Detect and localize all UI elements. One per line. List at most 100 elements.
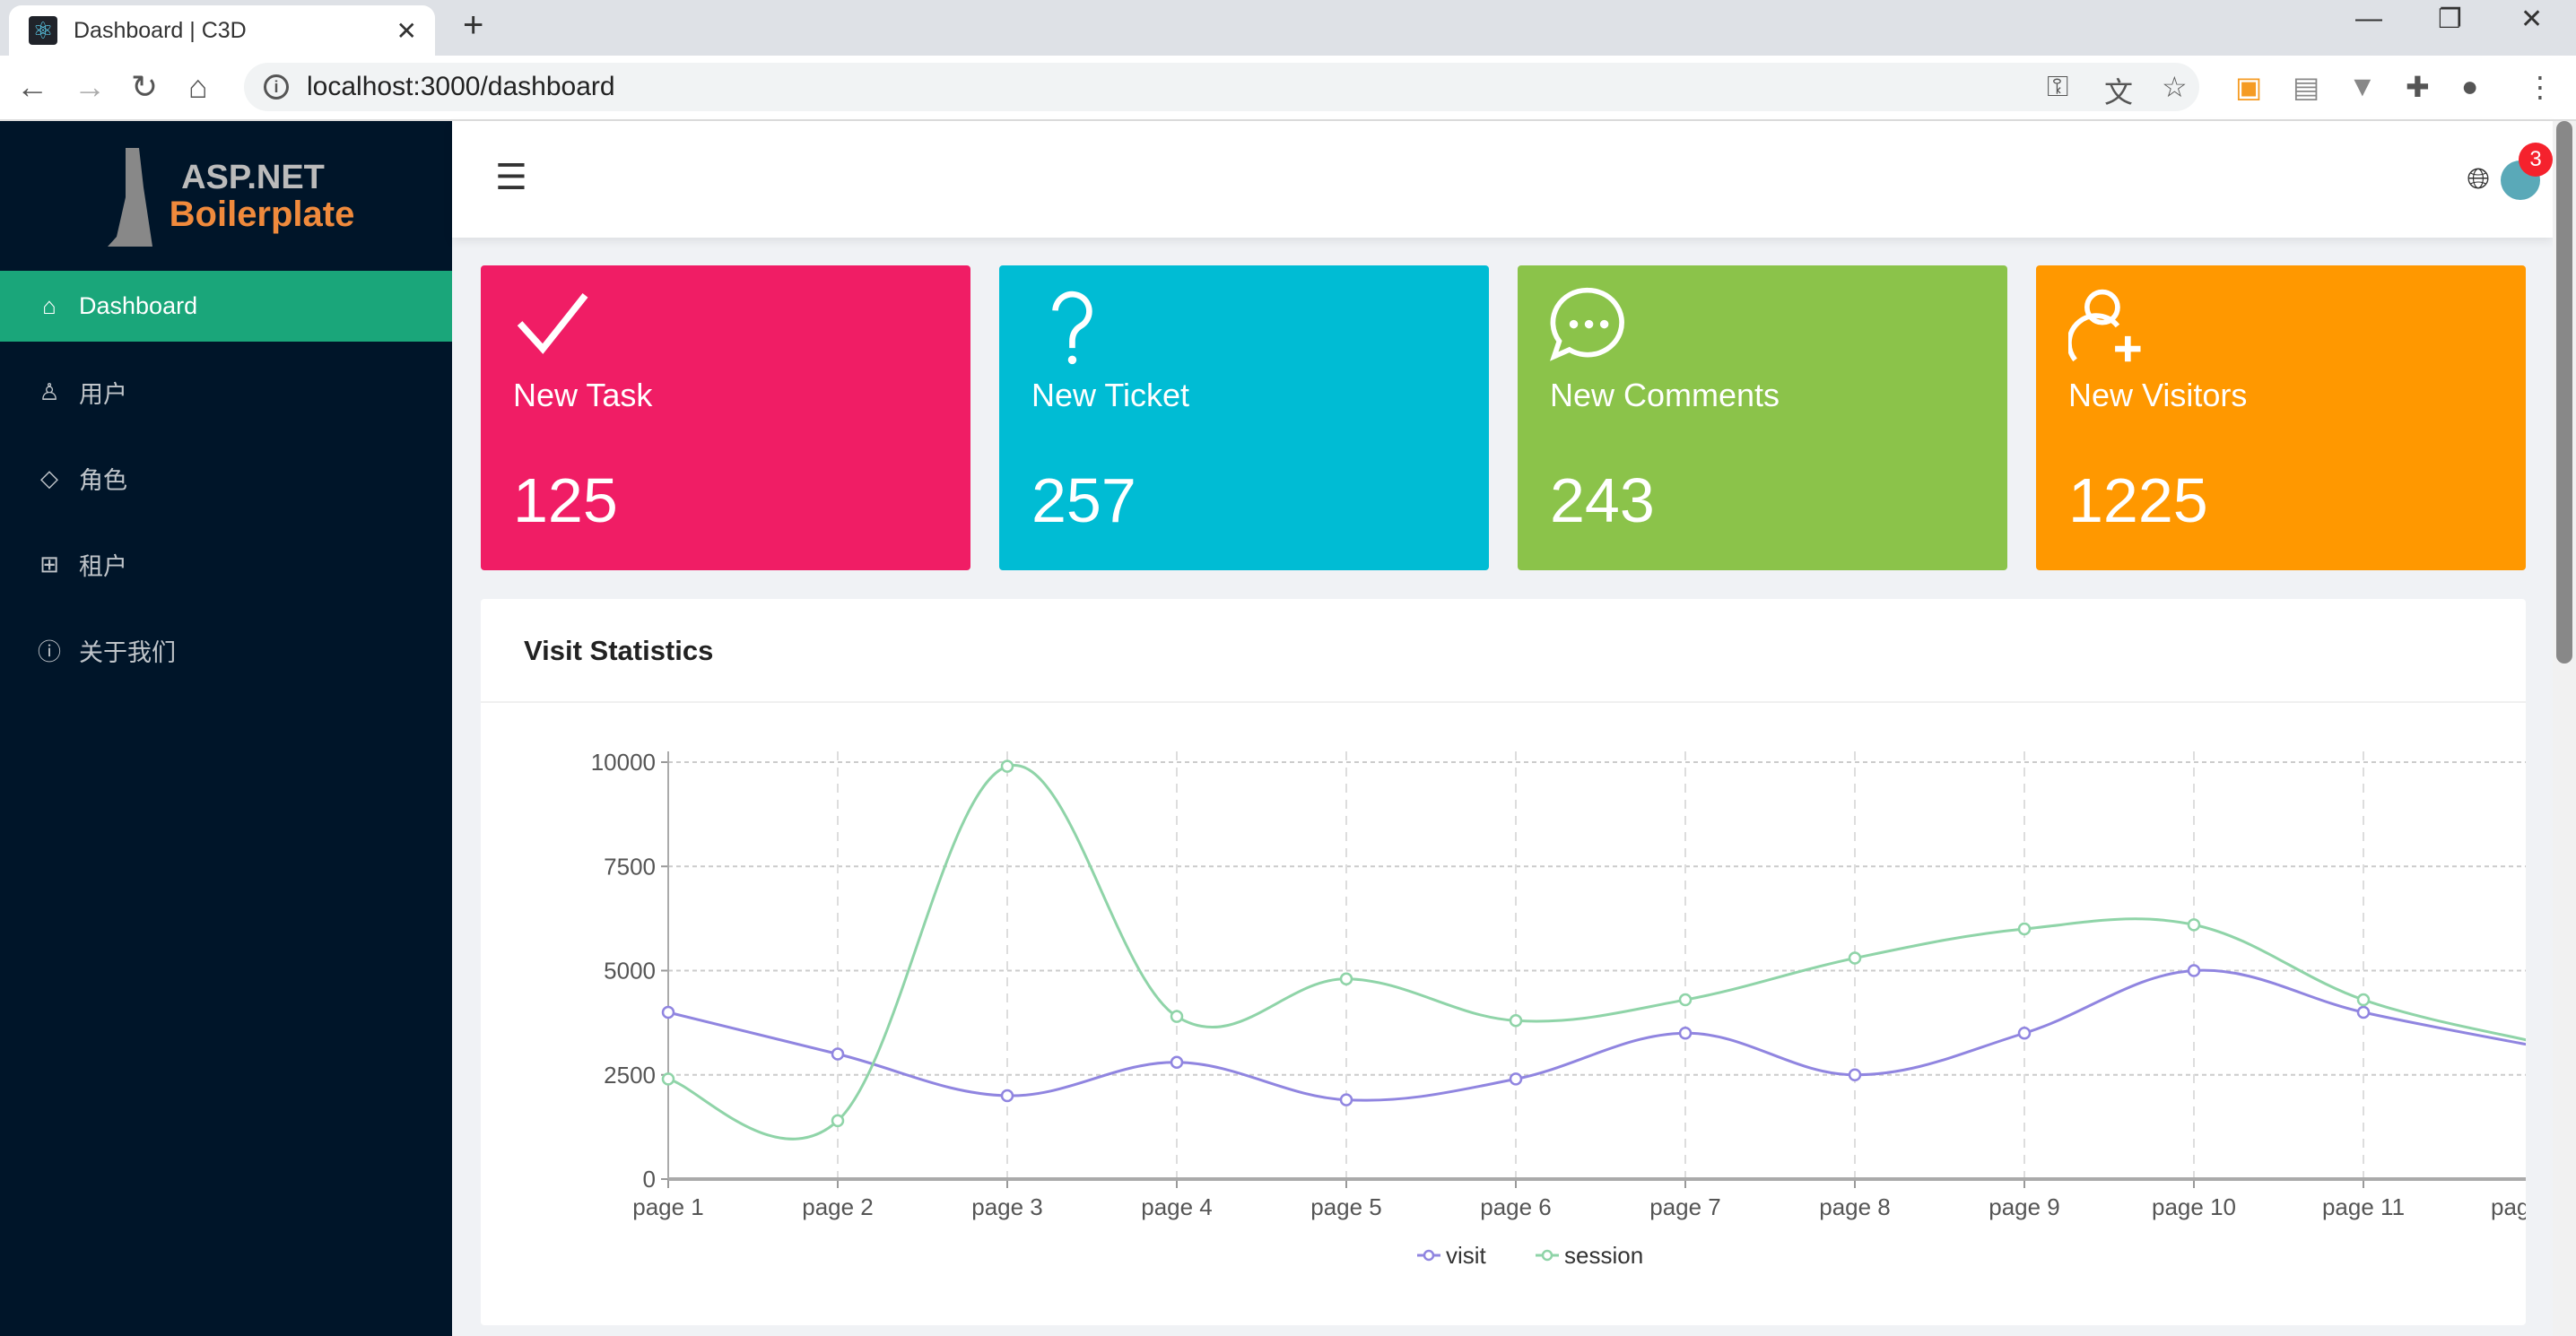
profile-icon[interactable]: ● [2461, 70, 2478, 103]
data-point-visit[interactable] [831, 1047, 845, 1061]
restore-icon[interactable]: ❐ [2438, 4, 2462, 35]
line-chart: 0 2500 5000 7500 10000 page 1 page 2 page 3 page… [591, 749, 2526, 1269]
sidebar-item-roles[interactable]: ◇ 角色 [0, 443, 452, 514]
reload-icon[interactable]: ↻ [131, 68, 158, 106]
x-tick-label: page 2 [802, 1193, 874, 1220]
close-tab-icon[interactable]: ✕ [396, 16, 417, 46]
browser-tab[interactable]: ⚛ Dashboard | C3D ✕ [9, 5, 435, 56]
user-icon: ♙ [39, 378, 60, 405]
sidebar-item-label: 角色 [79, 467, 127, 494]
card-title: New Task [513, 377, 653, 413]
react-icon: ⚛ [29, 16, 57, 45]
stat-card[interactable]: New Visitors 1225 [2036, 265, 2526, 570]
data-point-session[interactable] [1339, 972, 1353, 986]
data-point-session[interactable] [1848, 951, 1862, 965]
data-point-session[interactable] [661, 1072, 675, 1086]
star-icon[interactable]: ☆ [2162, 70, 2188, 104]
y-tick-label: 7500 [604, 853, 656, 880]
new-tab-icon[interactable]: + [463, 5, 483, 46]
y-tick-label: 5000 [604, 958, 656, 985]
sidebar-item-tenants[interactable]: ⊞ 租户 [0, 529, 452, 600]
browser-tab-bar: ⚛ Dashboard | C3D ✕ + — ❐ ✕ [0, 0, 2576, 56]
legend-marker[interactable] [1423, 1249, 1435, 1262]
more-icon[interactable]: ⋮ [2526, 70, 2554, 104]
logo-text-1: ASP.NET [181, 158, 325, 196]
x-tick-label: page 4 [1141, 1193, 1213, 1220]
message-icon [1550, 287, 1624, 361]
globe-icon[interactable]: 🌐︎ [2467, 162, 2490, 196]
puzzle-icon[interactable]: ✚ [2406, 70, 2430, 104]
data-point-session[interactable] [1509, 1014, 1523, 1028]
x-tick-label: page 10 [2152, 1193, 2236, 1220]
scrollbar[interactable] [2553, 121, 2576, 1336]
data-point-session[interactable] [2356, 993, 2371, 1007]
sidebar-item-about[interactable]: ⓘ 关于我们 [0, 615, 452, 686]
y-tick-label: 0 [643, 1166, 656, 1193]
extension-icon[interactable]: ▣ [2235, 70, 2262, 104]
home-icon[interactable]: ⌂ [188, 68, 208, 106]
stat-card[interactable]: New Ticket 257 [999, 265, 1489, 570]
data-point-session[interactable] [1000, 759, 1014, 773]
x-tick-label: page 5 [1310, 1193, 1382, 1220]
data-point-visit[interactable] [1848, 1068, 1862, 1081]
card-value: 125 [513, 465, 618, 535]
legend-label[interactable]: visit [1446, 1242, 1487, 1269]
data-point-session[interactable] [2187, 918, 2201, 932]
data-point-visit[interactable] [1170, 1055, 1184, 1070]
legend-marker[interactable] [1541, 1249, 1553, 1262]
sidebar-item-dashboard[interactable]: ⌂ Dashboard [0, 271, 452, 342]
series-line-visit [667, 968, 2526, 1102]
x-tick-label: page 12 [2491, 1193, 2526, 1220]
back-icon[interactable]: ← [16, 68, 48, 106]
key-icon[interactable]: ⚿ [2047, 70, 2068, 104]
x-tick-label: page 3 [971, 1193, 1043, 1220]
x-tick-label: page 8 [1819, 1193, 1891, 1220]
address-bar: ← → ↻ ⌂ i localhost:3000/dashboard ⚿ 文 ☆… [0, 56, 2576, 121]
menu-fold-icon[interactable]: ☰ [495, 157, 527, 198]
user-add-icon [2068, 289, 2141, 362]
data-point-session[interactable] [1170, 1010, 1184, 1023]
question-icon [1052, 291, 1092, 365]
close-window-icon[interactable]: ✕ [2520, 4, 2543, 35]
data-point-visit[interactable] [2356, 1005, 2371, 1019]
card-value: 1225 [2068, 465, 2208, 535]
pdf-extension-icon[interactable]: ▤ [2293, 70, 2319, 104]
url-input[interactable]: i localhost:3000/dashboard [244, 63, 2199, 111]
y-tick-label: 2500 [604, 1062, 656, 1089]
card-title: New Visitors [2068, 377, 2248, 413]
check-icon [517, 293, 588, 354]
data-point-visit[interactable] [1509, 1072, 1523, 1086]
forward-icon[interactable]: → [74, 68, 106, 106]
data-point-visit[interactable] [1339, 1093, 1353, 1106]
sidebar-item-label: 关于我们 [79, 639, 176, 666]
data-point-visit[interactable] [2017, 1027, 2032, 1040]
info-icon[interactable]: i [264, 74, 289, 100]
logo-figure [108, 148, 152, 247]
data-point-session[interactable] [831, 1114, 845, 1128]
scrollbar-thumb[interactable] [2556, 121, 2572, 664]
home-icon: ⌂ [42, 292, 57, 319]
minimize-icon[interactable]: — [2355, 4, 2382, 34]
data-point-visit[interactable] [1678, 1027, 1693, 1040]
data-point-visit[interactable] [661, 1005, 675, 1019]
tag-icon: ◇ [40, 464, 58, 491]
stat-card[interactable]: New Comments 243 [1518, 265, 2007, 570]
x-tick-label: page 1 [632, 1193, 704, 1220]
data-point-session[interactable] [2017, 922, 2032, 936]
series-line-session [667, 764, 2526, 1141]
card-title: New Comments [1550, 377, 1780, 413]
x-tick-label: page 9 [1989, 1193, 2060, 1220]
x-tick-label: page 7 [1649, 1193, 1721, 1220]
logo-text-2: Boilerplate [169, 194, 355, 234]
data-point-visit[interactable] [1000, 1089, 1014, 1103]
legend-label[interactable]: session [1564, 1242, 1643, 1269]
data-point-visit[interactable] [2187, 964, 2201, 977]
translate-icon[interactable]: 文 [2104, 70, 2133, 111]
x-tick-label: page 11 [2322, 1193, 2405, 1220]
vue-extension-icon[interactable]: ▼ [2348, 70, 2377, 103]
sidebar-item-users[interactable]: ♙ 用户 [0, 357, 452, 428]
sidebar: ASP.NET Boilerplate ⌂ Dashboard ♙ 用户 ◇ 角色 ⊞… [0, 121, 452, 1336]
stat-card[interactable]: New Task 125 [481, 265, 970, 570]
logo[interactable]: ASP.NET Boilerplate [0, 121, 452, 271]
data-point-session[interactable] [1678, 993, 1693, 1007]
